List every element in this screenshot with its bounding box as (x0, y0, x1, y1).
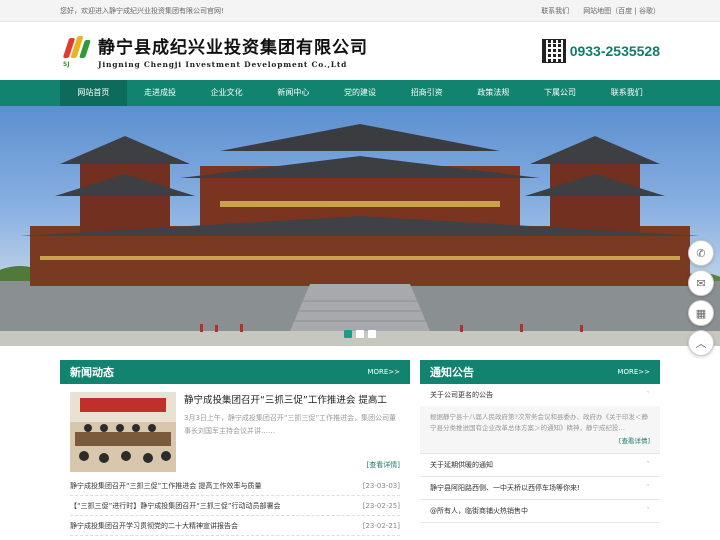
notice-item[interactable]: 关于公司更名的公告 ˇ 根据静宁县十八届人民政府第?次常务会议和县委办、政府办《关… (420, 384, 660, 454)
nav-subsidiaries[interactable]: 下属公司 (527, 80, 594, 106)
sitemap-link[interactable]: 网站地图（百度 | 谷歌） (583, 6, 660, 16)
news-list: 静宁成投集团召开“三抓三促”工作推进会 提高工作效率与质量 [23-03-03] … (60, 476, 410, 536)
hero-banner[interactable] (0, 106, 720, 346)
chat-icon[interactable]: ✉ (688, 270, 714, 296)
featured-news-summary: 3月3日上午，静宁成投集团召开“三抓三促”工作推进会，集团公司董事长刘国军主持会… (184, 414, 397, 435)
news-panel-title: 新闻动态 (70, 366, 114, 379)
phone-number: 0933-2535528 (569, 43, 660, 59)
list-item[interactable]: 静宁成投集团召开“三抓三促”工作推进会 提高工作效率与质量 [23-03-03] (70, 476, 400, 496)
banner-pagination (344, 330, 376, 338)
floating-toolbar: ✆ ✉ ▦ ︿ (688, 240, 714, 356)
chevron-down-icon: ˇ (646, 484, 651, 492)
nav-home[interactable]: 网站首页 (60, 80, 127, 106)
list-item[interactable]: 静宁成投集团召开学习贯彻党的二十大精神宣讲报告会 [23-02-21] (70, 516, 400, 536)
phone-icon[interactable]: ✆ (688, 240, 714, 266)
notice-summary: 根据静宁县十八届人民政府第?次常务会议和县委办、政府办《关于印发＜静宁县分类推进… (430, 413, 648, 432)
nav-party[interactable]: 党的建设 (327, 80, 394, 106)
contact-block: 0933-2535528 (541, 39, 660, 63)
company-name-cn: 静宁县成纪兴业投资集团有限公司 (98, 38, 368, 58)
banner-dot-3[interactable] (368, 330, 376, 338)
logo[interactable]: SJ 静宁县成纪兴业投资集团有限公司 Jingning Chengji Inve… (60, 33, 368, 69)
nav-culture[interactable]: 企业文化 (193, 80, 260, 106)
news-more-link[interactable]: MORE>> (367, 368, 400, 376)
notice-item[interactable]: @所有人，临街商铺火热销售中 ˇ (420, 500, 660, 523)
nav-about[interactable]: 走进成投 (127, 80, 194, 106)
qrcode-icon (541, 39, 566, 63)
main-nav: 网站首页 走进成投 企业文化 新闻中心 党的建设 招商引资 政策法规 下属公司 … (0, 80, 720, 106)
featured-news[interactable]: 静宁成投集团召开“三抓三促”工作推进会 提高工 3月3日上午，静宁成投集团召开“… (60, 384, 410, 476)
nav-contact[interactable]: 联系我们 (593, 80, 660, 106)
notice-panel: 通知公告 MORE>> 关于公司更名的公告 ˇ 根据静宁县十八届人民政府第?次常务… (420, 360, 660, 536)
notice-item[interactable]: 关于延期供暖的通知 ˇ (420, 454, 660, 477)
banner-dot-1[interactable] (344, 330, 352, 338)
notice-panel-title: 通知公告 (430, 366, 474, 379)
welcome-text: 您好，欢迎进入静宁成纪兴业投资集团有限公司官网! (60, 7, 224, 15)
qrcode-icon[interactable]: ▦ (688, 300, 714, 326)
news-panel: 新闻动态 MORE>> 静宁成投集团召开“三抓三促”工作推进会 提高工 3月3日… (60, 360, 410, 536)
company-name-en: Jingning Chengji Investment Development … (98, 60, 348, 69)
featured-news-detail-link[interactable]: [查看详情] (184, 460, 400, 470)
back-to-top-icon[interactable]: ︿ (688, 330, 714, 356)
temple-banner-image (0, 124, 720, 346)
chevron-down-icon: ˇ (646, 507, 651, 515)
chevron-up-icon: ˇ (646, 391, 651, 399)
company-logo-icon: SJ (60, 34, 92, 68)
list-item[interactable]: 【“三抓三促”进行时】静宁成投集团召开“三抓三促”行动动员部署会 [23-02-2… (70, 496, 400, 516)
featured-news-image[interactable] (70, 392, 176, 472)
top-bar: 您好，欢迎进入静宁成纪兴业投资集团有限公司官网! 联系我们 网站地图（百度 | … (0, 0, 720, 22)
notice-detail-link[interactable]: [查看详情] (430, 436, 650, 447)
notice-more-link[interactable]: MORE>> (617, 368, 650, 376)
nav-investment[interactable]: 招商引资 (393, 80, 460, 106)
nav-news[interactable]: 新闻中心 (260, 80, 327, 106)
header: SJ 静宁县成纪兴业投资集团有限公司 Jingning Chengji Inve… (0, 22, 720, 80)
chevron-down-icon: ˇ (646, 461, 651, 469)
banner-dot-2[interactable] (356, 330, 364, 338)
featured-news-title[interactable]: 静宁成投集团召开“三抓三促”工作推进会 提高工 (184, 392, 400, 406)
content-area: 新闻动态 MORE>> 静宁成投集团召开“三抓三促”工作推进会 提高工 3月3日… (60, 360, 660, 536)
notice-item[interactable]: 静宁县阿阳路西侧、一中天桥以西停车场等你来! ˇ (420, 477, 660, 500)
contact-us-link[interactable]: 联系我们 (541, 6, 569, 16)
nav-policy[interactable]: 政策法规 (460, 80, 527, 106)
